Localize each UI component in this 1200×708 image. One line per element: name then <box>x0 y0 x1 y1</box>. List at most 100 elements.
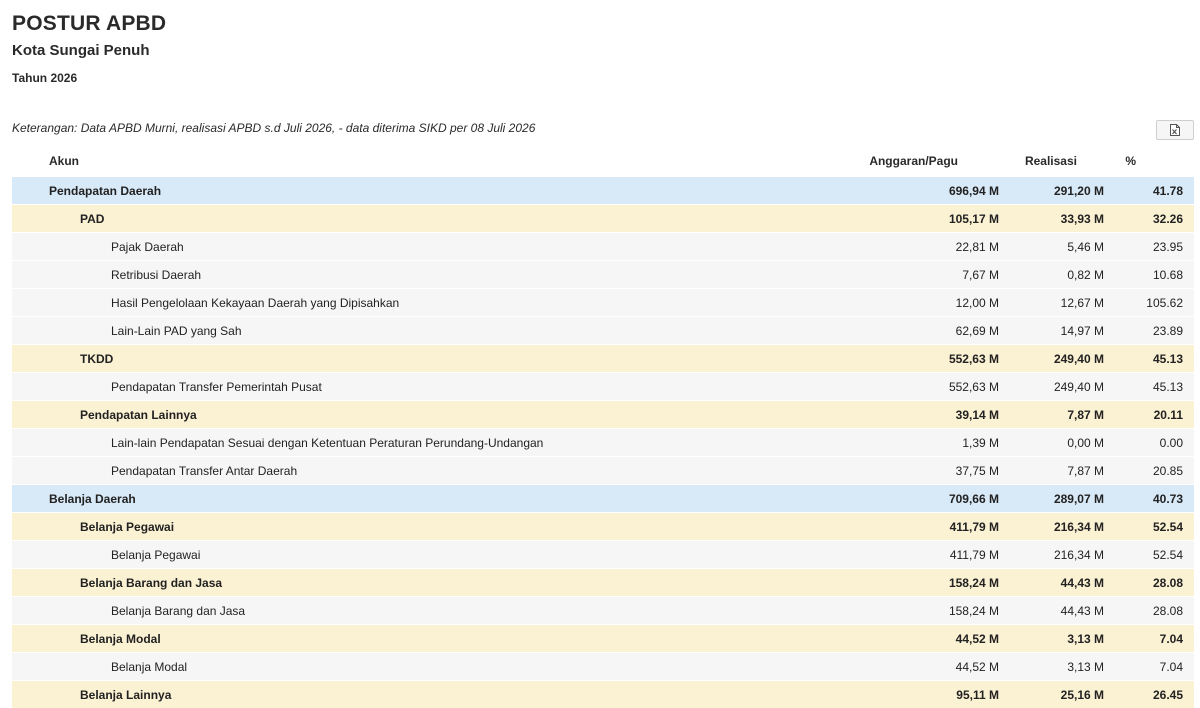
realisasi-cell: 7,87 M <box>1067 464 1104 478</box>
table-row[interactable]: Belanja Pegawai 411,79 M 216,34 M 52.54 <box>12 512 1194 540</box>
realisasi-cell: 291,20 M <box>1053 184 1104 198</box>
anggaran-cell: 709,66 M <box>948 492 999 506</box>
persen-cell: 45.13 <box>1152 352 1183 366</box>
akun-cell: PAD <box>80 212 105 226</box>
realisasi-cell: 0,82 M <box>1067 268 1104 282</box>
akun-cell: Belanja Pegawai <box>111 548 201 562</box>
table-row[interactable]: Belanja Pegawai 411,79 M 216,34 M 52.54 <box>12 540 1194 568</box>
realisasi-cell: 289,07 M <box>1053 492 1104 506</box>
persen-cell: 10.68 <box>1152 268 1183 282</box>
realisasi-cell: 44,43 M <box>1060 604 1104 618</box>
persen-cell: 52.54 <box>1152 520 1183 534</box>
persen-cell: 28.08 <box>1152 604 1183 618</box>
persen-cell: 45.13 <box>1152 380 1183 394</box>
realisasi-cell: 12,67 M <box>1060 296 1104 310</box>
table-row[interactable]: Lain-Lain PAD yang Sah 62,69 M 14,97 M 23.8… <box>12 316 1194 344</box>
column-header-anggaran: Anggaran/Pagu <box>869 154 958 168</box>
akun-cell: Belanja Modal <box>80 632 161 646</box>
table-row[interactable]: Retribusi Daerah 7,67 M 0,82 M 10.68 <box>12 260 1194 288</box>
anggaran-cell: 62,69 M <box>955 324 999 338</box>
table-row[interactable]: Hasil Pengelolaan Kekayaan Daerah yang D… <box>12 288 1194 316</box>
akun-cell: Pendapatan Lainnya <box>80 408 197 422</box>
excel-export-icon <box>1170 124 1180 136</box>
anggaran-cell: 158,24 M <box>948 576 999 590</box>
akun-cell: Pajak Daerah <box>111 240 184 254</box>
persen-cell: 20.85 <box>1152 464 1183 478</box>
realisasi-cell: 33,93 M <box>1060 212 1104 226</box>
realisasi-cell: 216,34 M <box>1053 548 1104 562</box>
realisasi-cell: 0,00 M <box>1067 436 1104 450</box>
export-excel-button[interactable] <box>1156 120 1194 140</box>
anggaran-cell: 44,52 M <box>955 660 999 674</box>
data-source-note: Keterangan: Data APBD Murni, realisasi A… <box>12 121 536 135</box>
akun-cell: Pendapatan Daerah <box>49 184 162 198</box>
table-row[interactable]: Belanja Lainnya 95,11 M 25,16 M 26.45 <box>12 680 1194 708</box>
anggaran-cell: 7,67 M <box>962 268 999 282</box>
akun-cell: Hasil Pengelolaan Kekayaan Daerah yang D… <box>111 296 400 310</box>
persen-cell: 52.54 <box>1152 548 1183 562</box>
anggaran-cell: 105,17 M <box>948 212 999 226</box>
persen-cell: 7.04 <box>1159 660 1183 674</box>
realisasi-cell: 44,43 M <box>1060 576 1104 590</box>
anggaran-cell: 158,24 M <box>948 604 999 618</box>
anggaran-cell: 12,00 M <box>955 296 999 310</box>
persen-cell: 7.04 <box>1159 632 1183 646</box>
table-row[interactable]: TKDD 552,63 M 249,40 M 45.13 <box>12 344 1194 372</box>
page-title: POSTUR APBD <box>12 12 167 35</box>
persen-cell: 23.89 <box>1152 324 1183 338</box>
table-row[interactable]: Lain-lain Pendapatan Sesuai dengan Keten… <box>12 428 1194 456</box>
persen-cell: 28.08 <box>1152 576 1183 590</box>
table-row[interactable]: Belanja Barang dan Jasa 158,24 M 44,43 M 28… <box>12 596 1194 624</box>
anggaran-cell: 37,75 M <box>955 464 999 478</box>
realisasi-cell: 5,46 M <box>1067 240 1104 254</box>
persen-cell: 23.95 <box>1152 240 1183 254</box>
column-header-persen: % <box>1125 154 1136 168</box>
fiscal-year-label: Tahun 2026 <box>12 71 78 85</box>
region-subtitle: Kota Sungai Penuh <box>12 42 150 59</box>
anggaran-cell: 696,94 M <box>948 184 999 198</box>
apbd-table: Akun Anggaran/Pagu Realisasi % Pendapata… <box>12 148 1194 708</box>
anggaran-cell: 44,52 M <box>955 632 999 646</box>
persen-cell: 20.11 <box>1153 408 1183 422</box>
akun-cell: Pendapatan Transfer Antar Daerah <box>111 464 298 478</box>
akun-cell: TKDD <box>80 352 114 366</box>
column-header-realisasi: Realisasi <box>1024 154 1077 168</box>
table-row[interactable]: Belanja Modal 44,52 M 3,13 M 7.04 <box>12 624 1194 652</box>
akun-cell: Belanja Barang dan Jasa <box>80 576 223 590</box>
anggaran-cell: 552,63 M <box>948 352 999 366</box>
realisasi-cell: 14,97 M <box>1060 324 1104 338</box>
anggaran-cell: 411,79 M <box>949 520 999 534</box>
table-row[interactable]: PAD 105,17 M 33,93 M 32.26 <box>12 204 1194 232</box>
table-row[interactable]: Pajak Daerah 22,81 M 5,46 M 23.95 <box>12 232 1194 260</box>
table-row[interactable]: Belanja Daerah 709,66 M 289,07 M 40.73 <box>12 484 1194 512</box>
anggaran-cell: 552,63 M <box>948 380 999 394</box>
persen-cell: 105.62 <box>1146 296 1183 310</box>
table-header: Akun Anggaran/Pagu Realisasi % <box>12 148 1194 176</box>
akun-cell: Belanja Pegawai <box>80 520 175 534</box>
persen-cell: 0.00 <box>1159 436 1183 450</box>
realisasi-cell: 3,13 M <box>1067 660 1104 674</box>
realisasi-cell: 3,13 M <box>1067 632 1104 646</box>
akun-cell: Retribusi Daerah <box>111 268 202 282</box>
table-row[interactable]: Belanja Modal 44,52 M 3,13 M 7.04 <box>12 652 1194 680</box>
akun-cell: Lain-lain Pendapatan Sesuai dengan Keten… <box>111 436 544 450</box>
anggaran-cell: 1,39 M <box>962 436 999 450</box>
anggaran-cell: 39,14 M <box>955 408 999 422</box>
table-row[interactable]: Pendapatan Transfer Pemerintah Pusat 552,… <box>12 372 1194 400</box>
akun-cell: Lain-Lain PAD yang Sah <box>111 324 242 338</box>
akun-cell: Belanja Barang dan Jasa <box>111 604 246 618</box>
persen-cell: 32.26 <box>1152 212 1183 226</box>
table-row[interactable]: Pendapatan Lainnya 39,14 M 7,87 M 20.11 <box>12 400 1194 428</box>
anggaran-cell: 22,81 M <box>955 240 999 254</box>
table-body: Pendapatan Daerah 696,94 M 291,20 M 41.78 PA… <box>12 176 1194 708</box>
realisasi-cell: 249,40 M <box>1053 380 1104 394</box>
table-row[interactable]: Pendapatan Daerah 696,94 M 291,20 M 41.78 <box>12 176 1194 204</box>
akun-cell: Belanja Modal <box>111 660 188 674</box>
table-row[interactable]: Belanja Barang dan Jasa 158,24 M 44,43 M 28… <box>12 568 1194 596</box>
table-row[interactable]: Pendapatan Transfer Antar Daerah 37,75 M 7… <box>12 456 1194 484</box>
akun-cell: Belanja Daerah <box>49 492 136 506</box>
realisasi-cell: 249,40 M <box>1053 352 1104 366</box>
realisasi-cell: 216,34 M <box>1053 520 1104 534</box>
akun-cell: Pendapatan Transfer Pemerintah Pusat <box>111 380 322 394</box>
persen-cell: 41.78 <box>1152 184 1183 198</box>
